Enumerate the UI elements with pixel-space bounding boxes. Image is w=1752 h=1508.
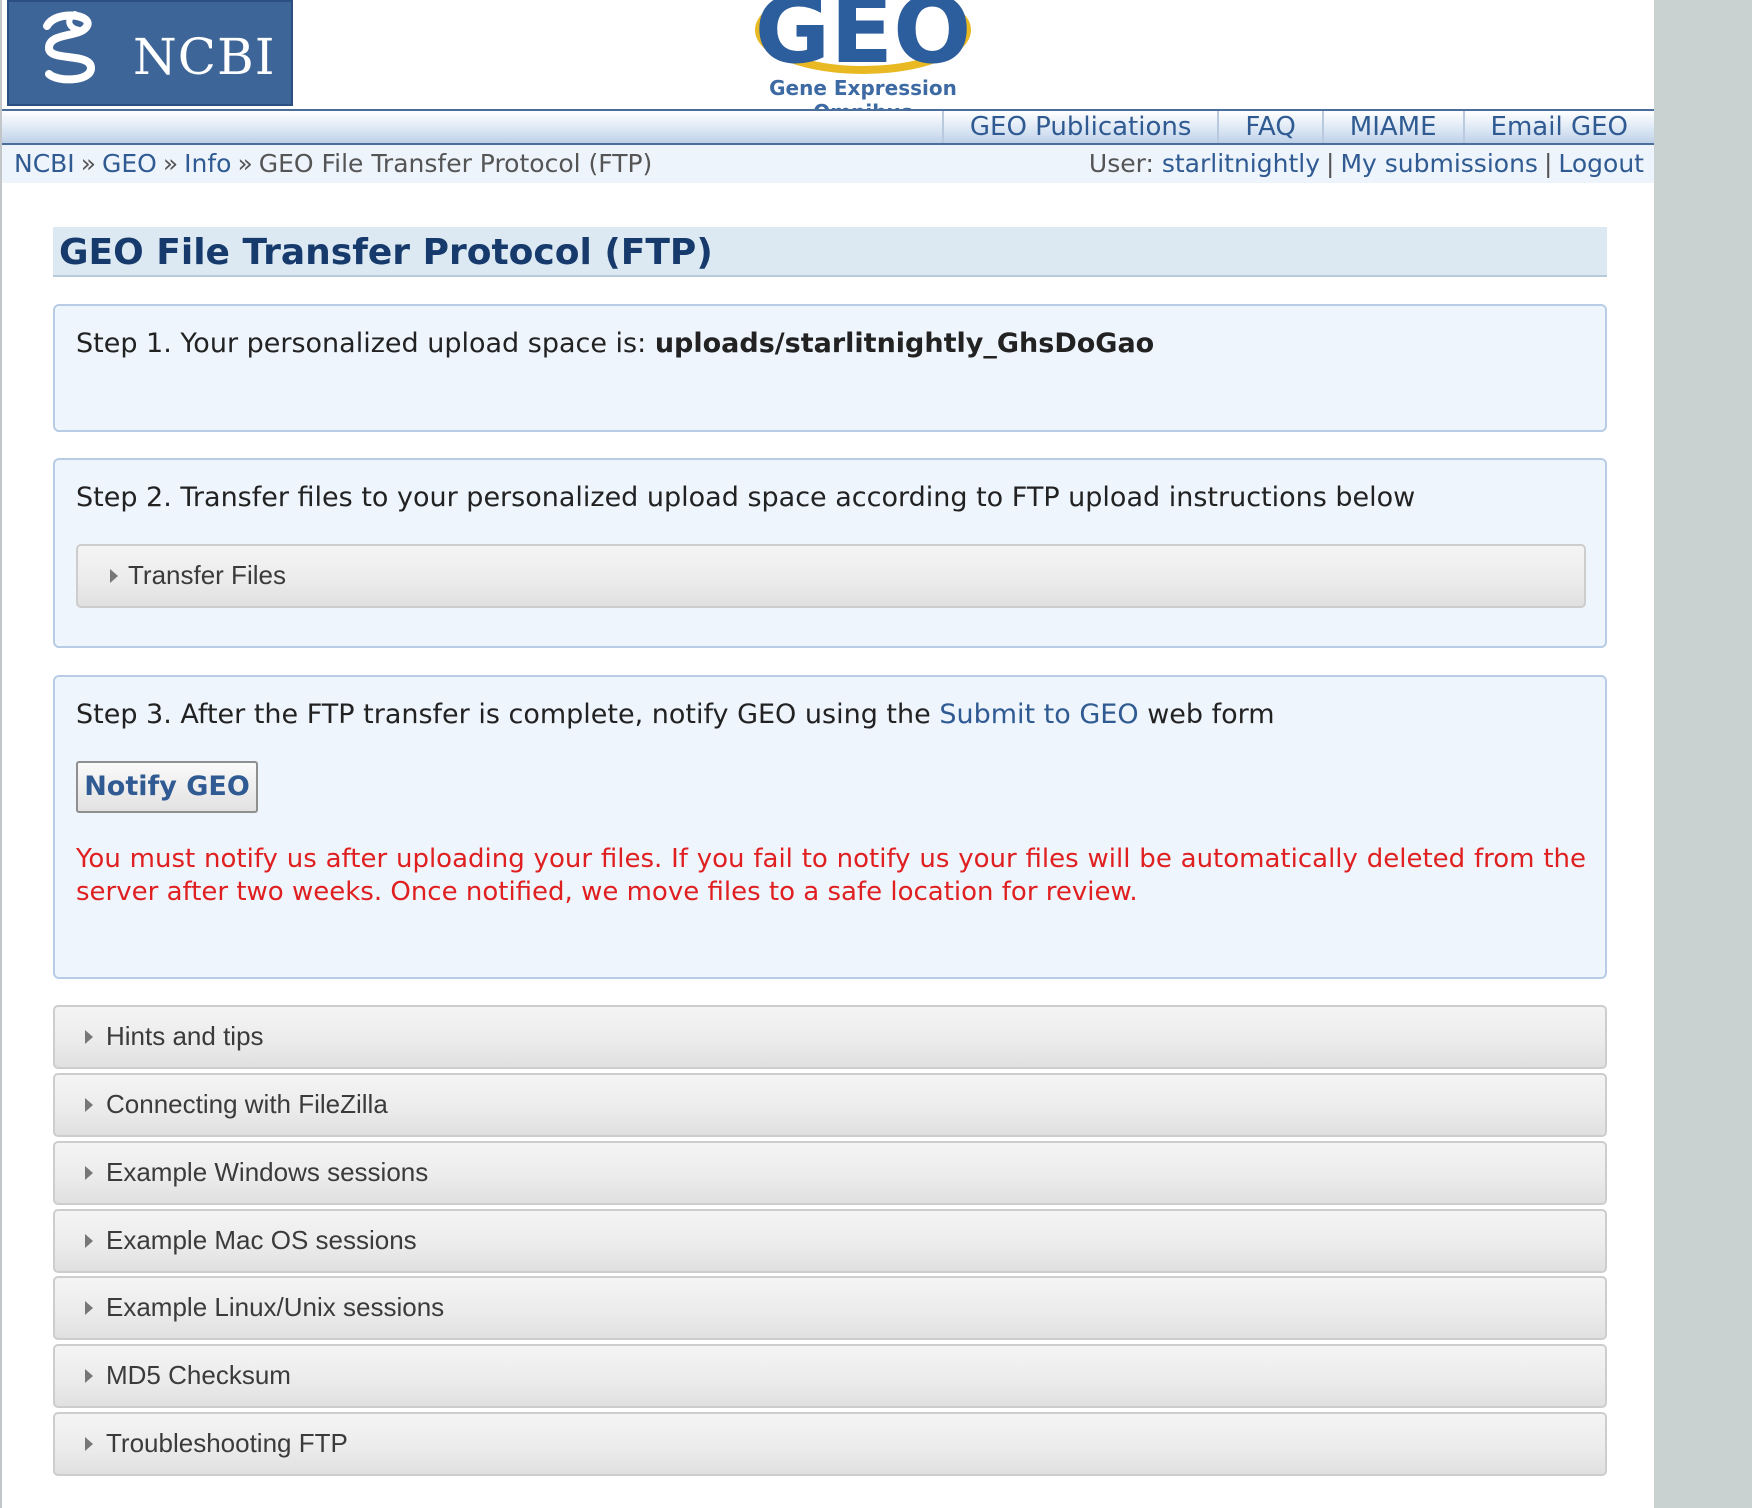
section-label: Example Windows sessions: [106, 1157, 429, 1187]
nav-miame[interactable]: MIAME: [1321, 111, 1463, 143]
notification-warning: You must notify us after uploading your …: [76, 844, 1586, 907]
expand-triangle-icon: [85, 1234, 93, 1248]
geo-logo-text: GEO: [755, 0, 972, 80]
page-title-bar: GEO File Transfer Protocol (FTP): [53, 227, 1607, 277]
user-bar-separator: |: [1326, 149, 1335, 178]
section-md5-checksum[interactable]: MD5 Checksum: [53, 1344, 1607, 1408]
ncbi-helix-icon: [43, 11, 96, 84]
geo-logo-graphic: GEO: [755, 0, 972, 80]
ncbi-logo-text: NCBI: [133, 28, 276, 86]
breadcrumb-info[interactable]: Info: [184, 149, 231, 178]
user-name-link[interactable]: starlitnightly: [1162, 149, 1320, 178]
nav-faq[interactable]: FAQ: [1217, 111, 1321, 143]
my-submissions-link[interactable]: My submissions: [1340, 149, 1538, 178]
section-label: Example Linux/Unix sessions: [106, 1292, 445, 1322]
section-connecting-filezilla[interactable]: Connecting with FileZilla: [53, 1073, 1607, 1137]
user-bar: User: starlitnightly | My submissions | Logo…: [1089, 149, 1644, 178]
browser-background-strip: [1652, 0, 1752, 1508]
nav-email-geo[interactable]: Email GEO: [1462, 111, 1654, 143]
section-label: MD5 Checksum: [106, 1360, 291, 1390]
user-bar-separator: |: [1543, 149, 1553, 178]
submit-to-geo-link[interactable]: Submit to GEO: [939, 699, 1138, 730]
section-label: Connecting with FileZilla: [106, 1089, 388, 1119]
step1-label: Step 1. Your personalized upload space i…: [76, 328, 655, 359]
breadcrumb-bar: NCBI» GEO» Info» GEO File Transfer Protocol…: [2, 145, 1654, 183]
breadcrumb-separator: »: [80, 149, 96, 178]
ncbi-logo[interactable]: NCBI: [7, 0, 293, 106]
notify-geo-button[interactable]: Notify GEO: [76, 761, 258, 813]
step1-text: Step 1. Your personalized upload space i…: [76, 328, 1154, 359]
user-label: User:: [1088, 149, 1154, 178]
upload-space-path: uploads/starlitnightly_GhsDoGao: [654, 328, 1155, 359]
step2-panel: Step 2. Transfer files to your personali…: [53, 458, 1607, 648]
expand-triangle-icon: [85, 1030, 93, 1044]
expand-triangle-icon: [85, 1166, 93, 1180]
geo-logo[interactable]: GEO Gene Expression Omnibus: [718, 0, 1008, 124]
logout-link[interactable]: Logout: [1558, 149, 1644, 178]
section-mac-os-sessions[interactable]: Example Mac OS sessions: [53, 1209, 1607, 1273]
step1-panel: Step 1. Your personalized upload space i…: [53, 304, 1607, 432]
nav-geo-publications[interactable]: GEO Publications: [941, 111, 1218, 143]
step2-text: Step 2. Transfer files to your personali…: [76, 482, 1416, 513]
breadcrumb-geo[interactable]: GEO: [102, 149, 157, 178]
expand-triangle-icon: [85, 1369, 93, 1383]
expand-triangle-icon: [110, 569, 118, 583]
section-windows-sessions[interactable]: Example Windows sessions: [53, 1141, 1607, 1205]
page: NCBI GEO Gene Expression Omnibus GEO Pub…: [0, 0, 1654, 1508]
section-label: Example Mac OS sessions: [106, 1225, 417, 1255]
section-hints-and-tips[interactable]: Hints and tips: [53, 1005, 1607, 1069]
section-label: Hints and tips: [106, 1021, 264, 1051]
section-label: Troubleshooting FTP: [106, 1428, 348, 1458]
step3-text-before: Step 3. After the FTP transfer is comple…: [76, 699, 940, 730]
top-nav: GEO Publications FAQ MIAME Email GEO: [2, 109, 1654, 145]
breadcrumb: NCBI» GEO» Info» GEO File Transfer Protocol…: [14, 149, 652, 178]
page-title: GEO File Transfer Protocol (FTP): [59, 232, 713, 273]
breadcrumb-separator: »: [237, 149, 253, 178]
expand-triangle-icon: [85, 1437, 93, 1451]
expand-triangle-icon: [85, 1301, 93, 1315]
step3-text-after: web form: [1138, 699, 1275, 730]
breadcrumb-ncbi[interactable]: NCBI: [14, 149, 75, 178]
transfer-files-toggle[interactable]: Transfer Files: [76, 544, 1586, 608]
step3-text: Step 3. After the FTP transfer is comple…: [76, 699, 1275, 730]
step3-panel: Step 3. After the FTP transfer is comple…: [53, 675, 1607, 979]
section-linux-unix-sessions[interactable]: Example Linux/Unix sessions: [53, 1276, 1607, 1340]
section-troubleshooting-ftp[interactable]: Troubleshooting FTP: [53, 1412, 1607, 1476]
breadcrumb-current: GEO File Transfer Protocol (FTP): [258, 149, 653, 178]
breadcrumb-separator: »: [162, 149, 179, 178]
transfer-files-label: Transfer Files: [128, 560, 286, 590]
expand-triangle-icon: [85, 1098, 93, 1112]
